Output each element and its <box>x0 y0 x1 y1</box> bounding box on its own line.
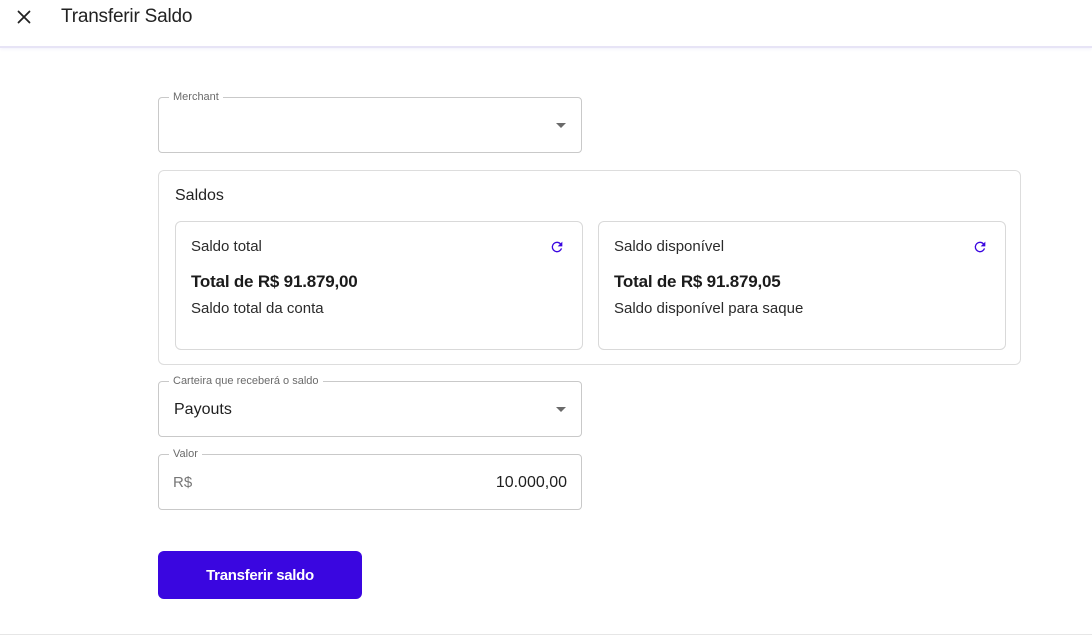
close-button[interactable] <box>12 5 36 29</box>
top-bar: Transferir Saldo <box>0 0 1092 48</box>
merchant-select[interactable]: Merchant <box>158 91 582 153</box>
refresh-total-button[interactable] <box>547 237 567 257</box>
currency-prefix: R$ <box>173 474 193 491</box>
valor-value[interactable]: 10.000,00 <box>496 474 567 492</box>
saldo-disponivel-card: Saldo disponível Total de R$ 91.879,05 S… <box>598 221 1006 350</box>
chevron-down-icon <box>556 123 566 128</box>
page-title: Transferir Saldo <box>61 6 193 27</box>
divider <box>0 634 1092 635</box>
saldo-total-card: Saldo total Total de R$ 91.879,00 Saldo … <box>175 221 583 350</box>
refresh-icon <box>551 241 563 253</box>
saldo-total-description: Saldo total da conta <box>191 300 324 317</box>
transferir-saldo-button[interactable]: Transferir saldo <box>158 551 362 599</box>
wallet-label: Carteira que receberá o saldo <box>169 375 323 387</box>
saldo-total-amount: Total de R$ 91.879,00 <box>191 272 358 291</box>
wallet-select[interactable]: Carteira que receberá o saldo Payouts <box>158 375 582 437</box>
refresh-disponivel-button[interactable] <box>970 237 990 257</box>
valor-input[interactable]: Valor R$ 10.000,00 <box>158 448 582 510</box>
valor-label: Valor <box>169 448 202 460</box>
saldo-disponivel-title: Saldo disponível <box>614 238 725 255</box>
chevron-down-icon <box>556 407 566 412</box>
wallet-value: Payouts <box>174 401 232 418</box>
merchant-label: Merchant <box>169 91 223 103</box>
saldos-title: Saldos <box>175 187 224 204</box>
saldo-total-title: Saldo total <box>191 238 262 255</box>
saldo-disponivel-description: Saldo disponível para saque <box>614 300 804 317</box>
refresh-icon <box>974 241 986 253</box>
saldos-panel: Saldos Saldo total Total de R$ 91.879,00… <box>158 170 1021 365</box>
close-icon <box>17 10 31 24</box>
saldo-disponivel-amount: Total de R$ 91.879,05 <box>614 272 781 291</box>
